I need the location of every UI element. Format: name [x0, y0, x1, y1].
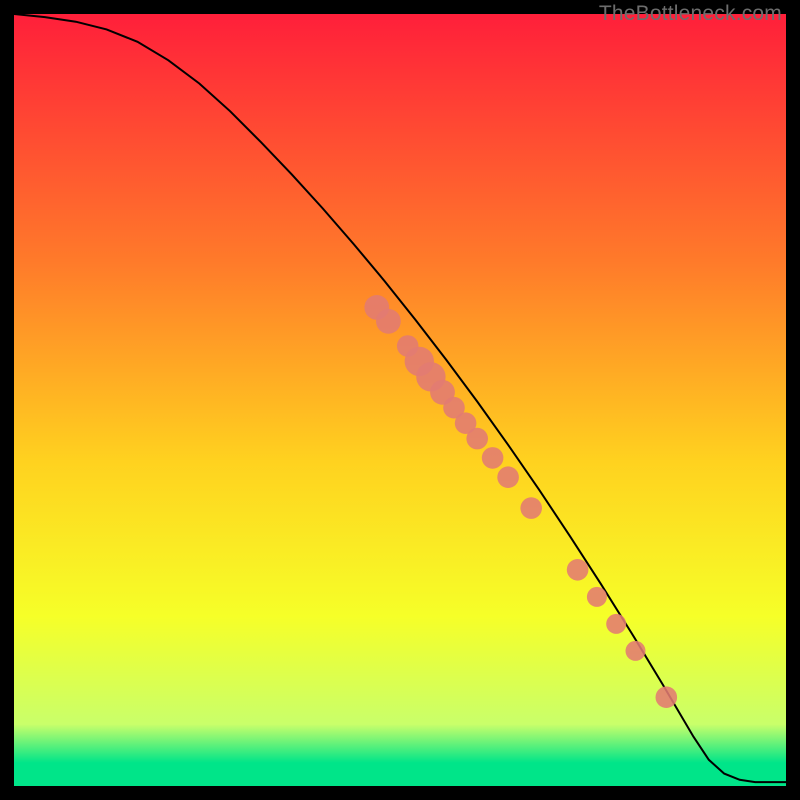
- data-point: [376, 309, 401, 334]
- watermark-text: TheBottleneck.com: [599, 2, 782, 26]
- data-point: [587, 587, 607, 607]
- data-point: [567, 559, 589, 581]
- bottleneck-chart: [14, 14, 786, 786]
- data-point: [482, 447, 504, 469]
- data-point: [656, 686, 678, 708]
- data-point: [606, 614, 626, 634]
- data-point: [520, 497, 542, 519]
- data-point: [626, 641, 646, 661]
- chart-frame: [14, 14, 786, 786]
- data-point: [497, 466, 519, 488]
- gradient-background: [14, 14, 786, 786]
- data-point: [466, 428, 488, 450]
